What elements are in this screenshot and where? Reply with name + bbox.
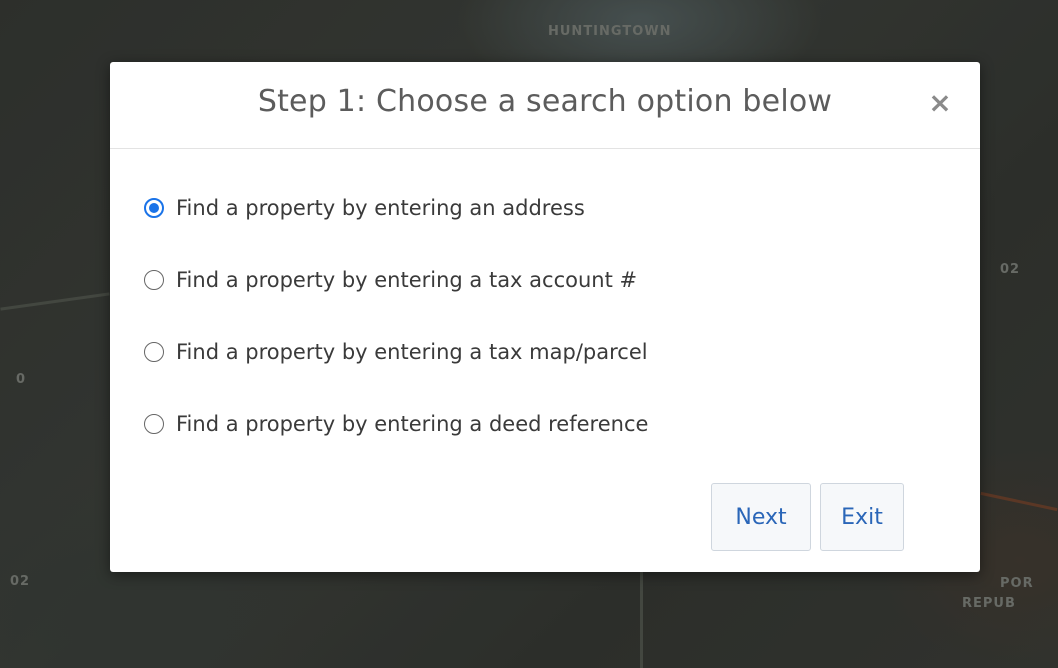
radio-tax-map-parcel[interactable] [144, 342, 164, 362]
option-deed-reference[interactable]: Find a property by entering a deed refer… [144, 406, 648, 442]
dialog-title: Step 1: Choose a search option below [257, 84, 833, 119]
search-options-list: Find a property by entering an address F… [144, 190, 648, 478]
option-label: Find a property by entering an address [176, 196, 585, 220]
search-option-dialog: Step 1: Choose a search option below × F… [110, 62, 980, 572]
option-address[interactable]: Find a property by entering an address [144, 190, 648, 226]
option-label: Find a property by entering a tax map/pa… [176, 340, 648, 364]
close-icon[interactable]: × [926, 86, 954, 120]
next-button[interactable]: Next [711, 483, 811, 551]
dialog-header: Step 1: Choose a search option below × [110, 62, 980, 149]
option-label: Find a property by entering a deed refer… [176, 412, 649, 436]
exit-button[interactable]: Exit [820, 483, 904, 551]
radio-tax-account[interactable] [144, 270, 164, 290]
option-label: Find a property by entering a tax accoun… [176, 268, 638, 292]
option-tax-account[interactable]: Find a property by entering a tax accoun… [144, 262, 648, 298]
dialog-footer: Next Exit [711, 483, 904, 551]
option-tax-map-parcel[interactable]: Find a property by entering a tax map/pa… [144, 334, 648, 370]
radio-deed-reference[interactable] [144, 414, 164, 434]
radio-address[interactable] [144, 198, 164, 218]
